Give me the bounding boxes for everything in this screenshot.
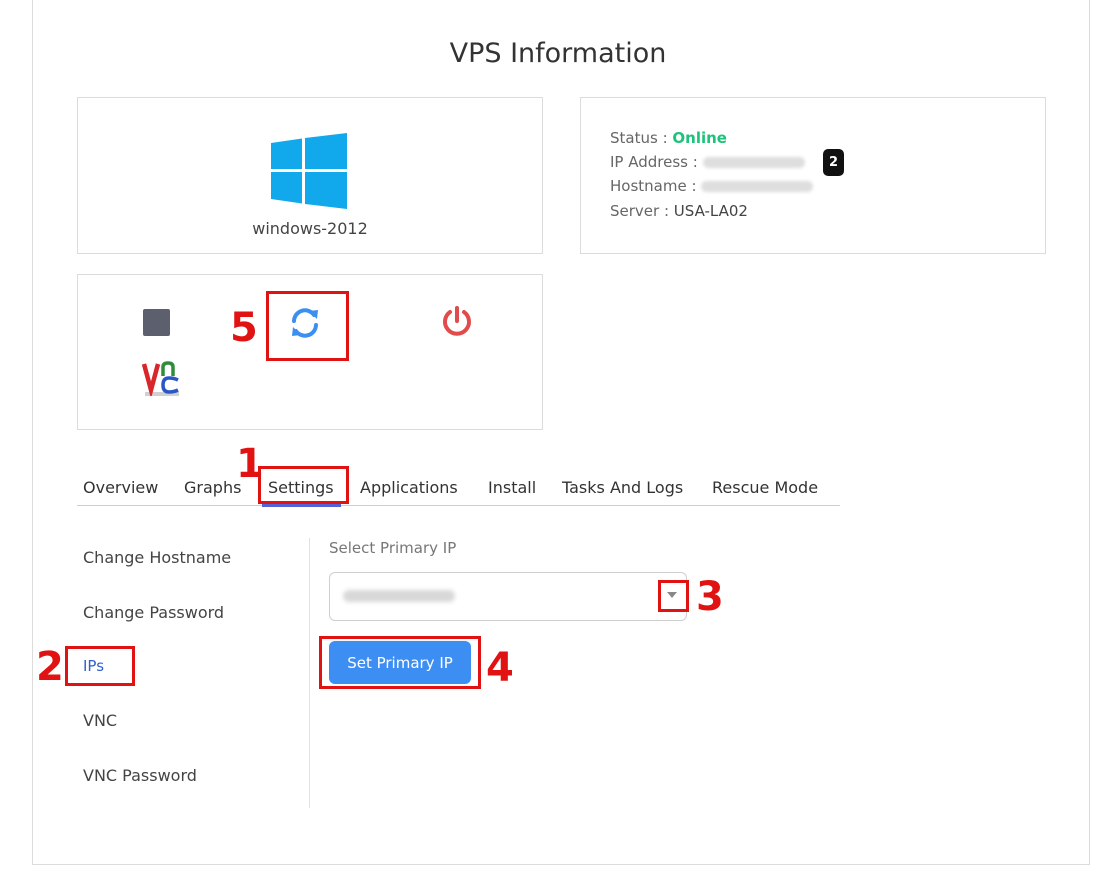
server-value: USA-LA02 [673, 202, 748, 220]
vnc-icon[interactable] [141, 360, 181, 396]
tab-graphs[interactable]: Graphs [184, 478, 241, 497]
sidebar-item-change-hostname[interactable]: Change Hostname [83, 548, 231, 567]
sidebar-item-change-password[interactable]: Change Password [83, 603, 224, 622]
sidebar-item-vnc-password[interactable]: VNC Password [83, 766, 197, 785]
annotation-box-2 [65, 646, 135, 686]
hostname-value-redacted [701, 181, 814, 192]
server-label: Server : [610, 202, 670, 220]
status-value: Online [672, 129, 727, 147]
server-row: Server : USA-LA02 [610, 202, 748, 220]
settings-divider [309, 538, 310, 808]
ip-value-redacted [702, 157, 805, 168]
annotation-number-3: 3 [696, 574, 724, 620]
tab-applications[interactable]: Applications [360, 478, 458, 497]
ip-row: IP Address : [610, 153, 805, 171]
power-icon[interactable] [440, 305, 474, 339]
annotation-badge: 2 [823, 149, 844, 176]
status-label: Status : [610, 129, 668, 147]
tabs-baseline [77, 505, 840, 506]
hostname-label: Hostname : [610, 177, 697, 195]
info-card [580, 97, 1046, 254]
annotation-number-1: 1 [236, 441, 264, 487]
tab-rescue-mode[interactable]: Rescue Mode [712, 478, 818, 497]
tab-tasks-and-logs[interactable]: Tasks And Logs [562, 478, 683, 497]
annotation-box-5 [266, 291, 349, 361]
annotation-box-3 [658, 580, 689, 612]
select-primary-ip-label: Select Primary IP [329, 539, 457, 557]
tab-overview[interactable]: Overview [83, 478, 158, 497]
ip-label: IP Address : [610, 153, 698, 171]
annotation-number-5: 5 [230, 305, 258, 351]
annotation-number-4: 4 [486, 645, 514, 691]
hostname-row: Hostname : [610, 177, 814, 195]
primary-ip-value-redacted [343, 590, 455, 602]
tab-install[interactable]: Install [488, 478, 536, 497]
os-name: windows-2012 [252, 219, 368, 238]
annotation-number-2: 2 [36, 644, 64, 690]
sidebar-item-vnc[interactable]: VNC [83, 711, 117, 730]
annotation-box-1 [258, 466, 349, 504]
status-row: Status : Online [610, 129, 727, 147]
annotation-box-4 [319, 636, 481, 689]
windows-logo-icon [271, 133, 347, 209]
stop-icon[interactable] [143, 309, 170, 336]
page-title: VPS Information [449, 38, 667, 69]
